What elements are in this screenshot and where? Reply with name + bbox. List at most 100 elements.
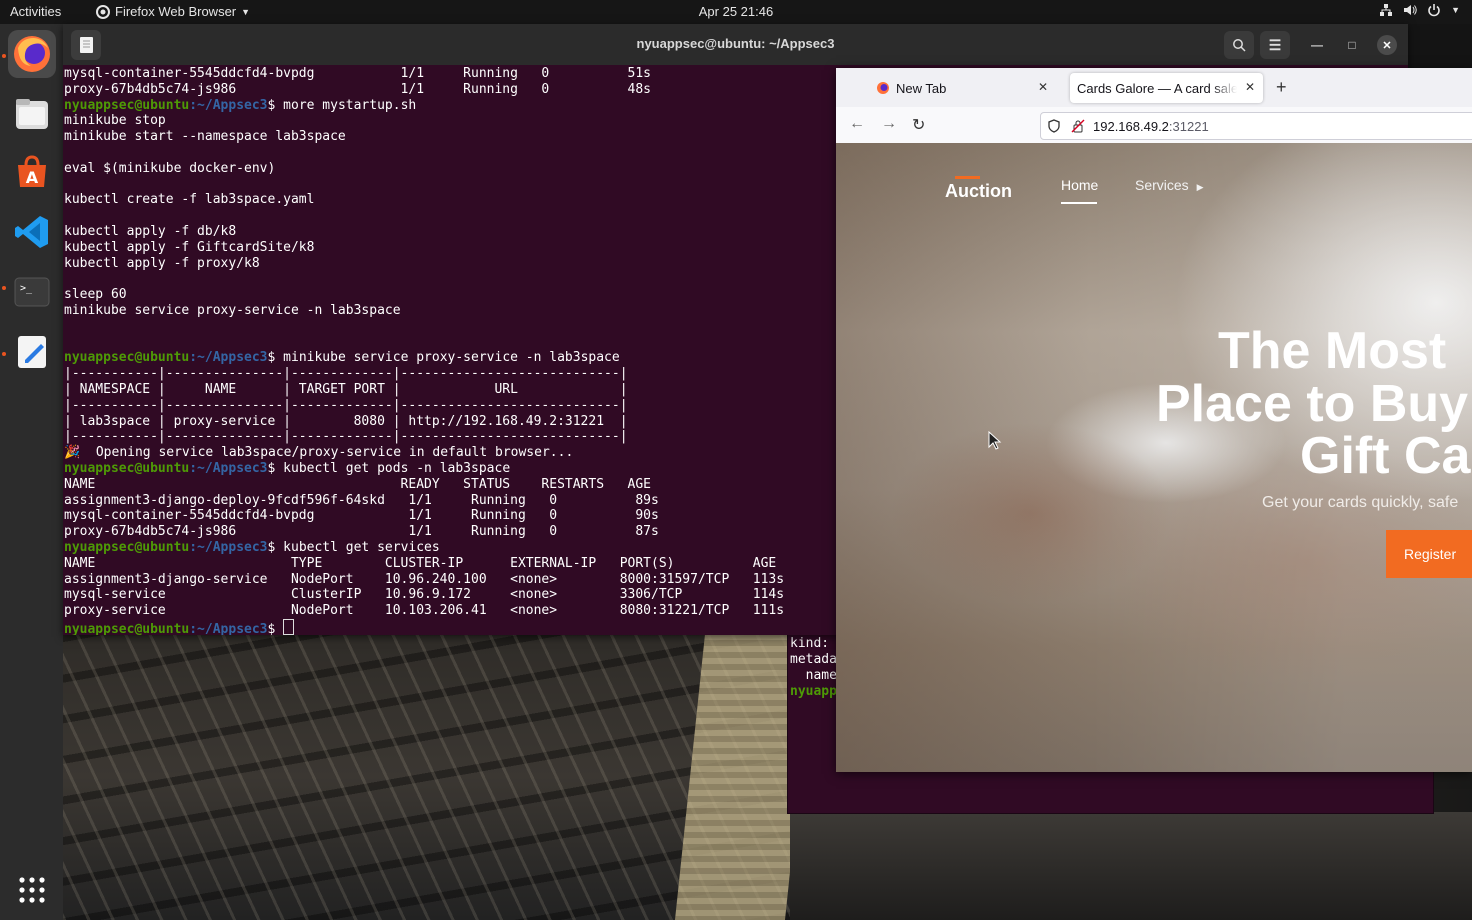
back-arrow-icon[interactable]: ←	[849, 115, 865, 133]
caret-right-icon: ▶	[1196, 182, 1204, 192]
forward-arrow-icon[interactable]: →	[881, 115, 897, 133]
command-text: $ minikube service proxy-service -n lab3…	[267, 350, 620, 366]
terminal-output-line: minikube start --namespace lab3space	[64, 129, 346, 145]
terminal-output-line: NAME TYPE CLUSTER-IP EXTERNAL-IP PORT(S)…	[64, 555, 777, 571]
navigation-toolbar: ← → ↻ 192.168.49.2:31221	[836, 107, 1472, 144]
dock-files[interactable]	[8, 90, 56, 138]
app-grid-icon	[19, 877, 45, 903]
prompt-path: :~/Appsec3	[189, 460, 268, 476]
prompt-path: :~/Appsec3	[189, 97, 268, 113]
dock-show-apps[interactable]	[8, 866, 56, 914]
tab-label: New Tab	[896, 80, 947, 96]
power-icon	[1428, 4, 1440, 17]
nav-services-label: Services	[1135, 177, 1189, 193]
terminal-output-line: |-----------|---------------|-----------…	[64, 429, 628, 445]
terminal-cursor	[283, 618, 295, 635]
chevron-down-icon: ▼	[241, 6, 251, 17]
activities-button[interactable]: Activities	[10, 4, 61, 19]
dock-vscode[interactable]	[8, 208, 56, 256]
terminal-output-line: proxy-67b4db5c74-js986 1/1 Running 0 87s	[64, 524, 659, 540]
terminal-command-line: nyuappsec@ubuntu:~/Appsec3$ minikube ser…	[64, 350, 844, 366]
mouse-pointer-icon	[988, 431, 1002, 450]
close-icon: ✕	[1382, 39, 1392, 52]
dock-text-editor[interactable]	[8, 328, 56, 376]
tab-strip: New Tab ✕ Cards Galore — A card sale s ✕…	[836, 68, 1472, 107]
shield-icon	[1048, 119, 1060, 133]
clock[interactable]: Apr 25 21:46	[699, 4, 773, 19]
terminal-output-line: assignment3-django-deploy-9fcdf596f-64sk…	[64, 492, 659, 508]
dock: A >_	[0, 24, 63, 920]
prompt-user: nyuappsec@ubuntu	[64, 539, 190, 555]
terminal-output-line: kubectl apply -f GiftcardSite/k8	[64, 239, 315, 255]
new-tab-plus-icon[interactable]: +	[1276, 77, 1287, 98]
dock-terminal[interactable]: >_	[8, 268, 56, 316]
command-text: $	[267, 621, 284, 635]
url-bar[interactable]: 192.168.49.2:31221	[1040, 112, 1472, 140]
prompt-user: nyuappsec@ubuntu	[64, 621, 190, 635]
hero-heading-line-2: Place to Buy	[1156, 375, 1469, 433]
app-center-icon: A	[18, 155, 46, 187]
prompt-user: nyuappsec@ubuntu	[64, 97, 190, 113]
minimize-button[interactable]: —	[1307, 35, 1327, 55]
url-host: 192.168.49.2	[1093, 118, 1169, 134]
register-label: Register	[1404, 546, 1457, 562]
terminal-menu-button[interactable]: ☰	[1260, 31, 1290, 59]
terminal-output-line: | lab3space | proxy-service | 8080 | htt…	[64, 413, 628, 429]
terminal-command-line: nyuappsec@ubuntu:~/Appsec3$ kubectl get …	[64, 461, 844, 477]
site-logo[interactable]: Auction	[945, 181, 1012, 202]
firefox-window[interactable]: New Tab ✕ Cards Galore — A card sale s ✕…	[836, 68, 1472, 772]
terminal-output-line: proxy-service NodePort 10.103.206.41 <no…	[64, 603, 785, 619]
text-editor-icon	[18, 336, 46, 368]
firefox-tab-icon	[877, 82, 889, 94]
terminal-output-line: mysql-container-5545ddcfd4-bvpdg 1/1 Run…	[64, 66, 651, 81]
terminal-output-line: |-----------|---------------|-----------…	[64, 397, 628, 413]
web-content[interactable]: Auction Home Services ▶ The Most Place t…	[836, 143, 1472, 772]
terminal-output[interactable]: mysql-container-5545ddcfd4-bvpdg 1/1 Run…	[64, 66, 844, 635]
dock-app-center[interactable]: A	[8, 148, 56, 196]
tab-close-icon[interactable]: ✕	[1245, 80, 1255, 94]
register-button[interactable]: Register	[1386, 530, 1472, 578]
terminal-search-button[interactable]	[1224, 31, 1254, 59]
maximize-button[interactable]: □	[1342, 35, 1362, 55]
minimize-icon: —	[1311, 38, 1323, 52]
wallpaper-platform	[790, 812, 1472, 920]
tab-cards-galore[interactable]: Cards Galore — A card sale s ✕	[1070, 73, 1263, 103]
terminal-output-line: minikube stop	[64, 113, 166, 129]
editor-running-dot	[2, 352, 6, 356]
terminal-title: nyuappsec@ubuntu: ~/Appsec3	[636, 36, 835, 51]
nav-services[interactable]: Services ▶	[1135, 177, 1204, 193]
command-text: $ kubectl get services	[267, 539, 440, 555]
terminal-command-line: nyuappsec@ubuntu:~/Appsec3$	[64, 618, 844, 635]
hamburger-icon: ☰	[1268, 36, 1282, 53]
files-icon	[16, 99, 48, 129]
terminal-output-line: 🎉 Opening service lab3space/proxy-servic…	[64, 445, 574, 461]
maximize-icon: □	[1348, 38, 1356, 52]
top-bar: Activities Firefox Web Browser ▼ Apr 25 …	[0, 0, 1472, 24]
search-icon	[1233, 39, 1246, 52]
terminal-header: nyuappsec@ubuntu: ~/Appsec3 ☰ — □ ✕	[63, 24, 1408, 65]
terminal-output-line: NAME READY STATUS RESTARTS AGE	[64, 476, 651, 492]
logo-accent-bar	[955, 176, 980, 179]
hero-heading-line-1: The Most	[1218, 322, 1447, 380]
reload-icon[interactable]: ↻	[912, 115, 925, 135]
tab-new-tab[interactable]: New Tab ✕	[876, 73, 1056, 103]
terminal-icon: >_	[14, 277, 50, 307]
terminal-output-line: kubectl apply -f proxy/k8	[64, 255, 260, 271]
prompt-path: :~/Appsec3	[189, 350, 268, 366]
app-menu[interactable]: Firefox Web Browser ▼	[96, 4, 250, 19]
firefox-running-dot	[2, 54, 6, 58]
system-tray[interactable]: ▼	[1379, 3, 1460, 17]
prompt-path: :~/Appsec3	[189, 539, 268, 555]
firefox-icon	[14, 36, 50, 72]
dock-firefox[interactable]	[8, 30, 56, 78]
terminal-output-line: assignment3-django-service NodePort 10.9…	[64, 571, 785, 587]
prompt-user: nyuappsec@ubuntu	[64, 460, 190, 476]
terminal-output-line: eval $(minikube docker-env)	[64, 160, 276, 176]
tab-close-icon[interactable]: ✕	[1038, 80, 1048, 94]
close-button[interactable]: ✕	[1377, 35, 1397, 55]
nav-home[interactable]: Home	[1061, 177, 1098, 193]
